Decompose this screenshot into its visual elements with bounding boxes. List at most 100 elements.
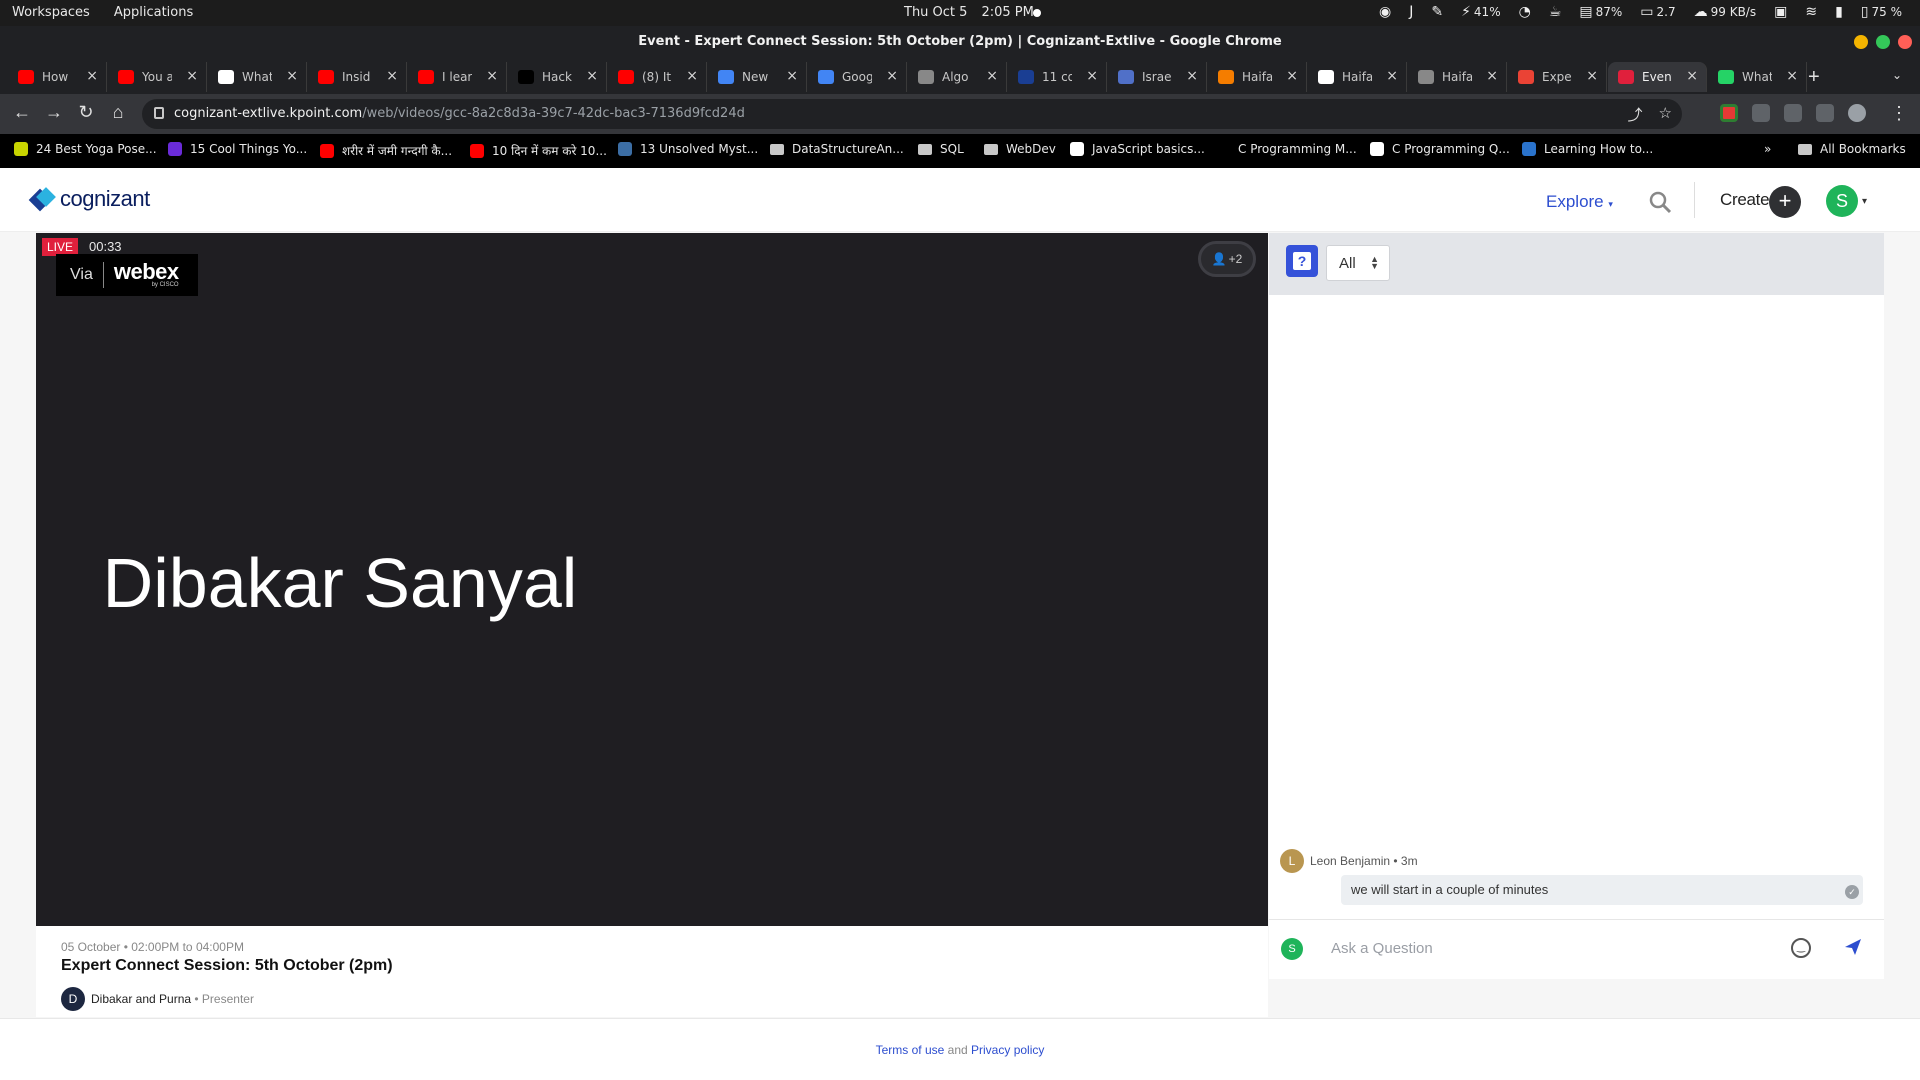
bookmarks-overflow-icon[interactable]: » <box>1764 142 1771 156</box>
cognizant-logo[interactable]: cognizant <box>28 186 150 212</box>
browser-tab[interactable]: I lear × <box>408 62 507 92</box>
browser-tab[interactable]: Haifa × <box>1208 62 1307 92</box>
browser-tab[interactable]: How t × <box>8 62 107 92</box>
participants-button[interactable]: 👤 +2 <box>1198 241 1256 277</box>
lock-icon[interactable] <box>154 107 164 119</box>
tab-close-icon[interactable]: × <box>586 68 598 84</box>
tab-close-icon[interactable]: × <box>986 68 998 84</box>
bookmark-item[interactable]: C Programming M... <box>1216 142 1357 156</box>
home-button[interactable]: ⌂ <box>106 102 130 123</box>
browser-tab[interactable]: You a × <box>108 62 207 92</box>
new-tab-button[interactable]: + <box>1808 66 1820 89</box>
tab-close-icon[interactable]: × <box>1386 68 1398 84</box>
tab-close-icon[interactable]: × <box>1486 68 1498 84</box>
network-speed-indicator[interactable]: ☁ 99 KB/s <box>1694 4 1756 20</box>
browser-tab[interactable]: (8) It' × <box>608 62 707 92</box>
display-icon[interactable]: ▣ <box>1774 4 1787 20</box>
share-icon[interactable]: ⤴ <box>1628 104 1643 125</box>
browser-tab[interactable]: What × <box>208 62 307 92</box>
bookmark-star-icon[interactable]: ☆ <box>1659 104 1672 125</box>
qa-filter-select[interactable]: All ▲ ▼ <box>1326 245 1390 281</box>
video-player[interactable]: LIVE 00:33 Via webex by CISCO 👤 +2 Dibak… <box>36 233 1268 926</box>
profile-avatar-icon[interactable] <box>1848 104 1866 122</box>
all-bookmarks-folder[interactable]: All Bookmarks <box>1798 142 1906 156</box>
browser-tab[interactable]: Hackt × <box>508 62 607 92</box>
ujust-icon[interactable]: J <box>1409 4 1413 20</box>
bookmark-item[interactable]: 24 Best Yoga Pose... <box>14 142 157 156</box>
browser-tab[interactable]: Israe × <box>1108 62 1207 92</box>
bookmark-item[interactable]: SQL <box>918 142 964 156</box>
browser-tab[interactable]: 11 co × <box>1008 62 1107 92</box>
load-indicator[interactable]: ▭ 2.7 <box>1640 4 1675 20</box>
tab-close-icon[interactable]: × <box>786 68 798 84</box>
bookmark-item[interactable]: Learning How to... <box>1522 142 1653 156</box>
bookmark-item[interactable]: JavaScript basics... <box>1070 142 1205 156</box>
browser-tab[interactable]: Exper × <box>1508 62 1607 92</box>
browser-tab[interactable]: Algo × <box>908 62 1007 92</box>
tab-close-icon[interactable]: × <box>486 68 498 84</box>
ask-question-input[interactable] <box>1331 936 1731 960</box>
tab-close-icon[interactable]: × <box>1786 68 1798 84</box>
back-button[interactable]: ← <box>10 102 34 123</box>
tab-close-icon[interactable]: × <box>1086 68 1098 84</box>
send-icon[interactable] <box>1843 937 1863 957</box>
browser-tab[interactable]: Haifa × <box>1308 62 1407 92</box>
user-menu-caret-icon[interactable]: ▾ <box>1862 196 1867 207</box>
maximize-button[interactable] <box>1876 35 1890 49</box>
bookmark-item[interactable]: DataStructureAn... <box>770 142 904 156</box>
tab-close-icon[interactable]: × <box>86 68 98 84</box>
bookmark-item[interactable]: 13 Unsolved Myst... <box>618 142 758 156</box>
close-window-button[interactable] <box>1898 35 1912 49</box>
tab-close-icon[interactable]: × <box>386 68 398 84</box>
reading-list-icon[interactable] <box>1784 104 1802 122</box>
tab-close-icon[interactable]: × <box>286 68 298 84</box>
cpu-indicator[interactable]: ▤ 87% <box>1579 4 1622 20</box>
privacy-link[interactable]: Privacy policy <box>971 1043 1044 1057</box>
tab-close-icon[interactable]: × <box>1686 68 1698 84</box>
browser-tab[interactable]: What × <box>1708 62 1807 92</box>
reload-button[interactable]: ↻ <box>74 102 98 123</box>
clock[interactable]: Thu Oct 5 2:05 PM <box>904 5 1034 20</box>
side-panel-icon[interactable] <box>1816 104 1834 122</box>
browser-tab[interactable]: New (× <box>708 62 807 92</box>
search-icon[interactable] <box>1648 190 1672 214</box>
applications-menu[interactable]: Applications <box>114 5 193 20</box>
battery-indicator[interactable]: ▯ 75 % <box>1861 4 1902 20</box>
explore-dropdown[interactable]: Explore ▾ <box>1546 192 1613 212</box>
url-text[interactable]: cognizant-extlive.kpoint.com/web/videos/… <box>174 106 745 121</box>
presenter-name[interactable]: Dibakar and Purna <box>91 992 191 1006</box>
bookmark-item[interactable]: शरीर में जमी गन्दगी कै... <box>320 142 452 159</box>
bookmark-item[interactable]: WebDev <box>984 142 1056 156</box>
wifi-icon[interactable]: ≋ <box>1805 4 1817 20</box>
volume-icon[interactable]: ▮ <box>1835 4 1843 20</box>
tab-close-icon[interactable]: × <box>1286 68 1298 84</box>
coffee-icon[interactable]: ☕ <box>1549 4 1562 20</box>
battery-small-indicator[interactable]: ⚡ 41% <box>1461 4 1501 20</box>
tab-close-icon[interactable]: × <box>686 68 698 84</box>
address-bar[interactable]: cognizant-extlive.kpoint.com/web/videos/… <box>142 99 1682 129</box>
workspaces-menu[interactable]: Workspaces <box>12 5 90 20</box>
qa-help-button[interactable]: ? <box>1286 245 1318 277</box>
bookmark-item[interactable]: 15 Cool Things Yo... <box>168 142 307 156</box>
extensions-puzzle-icon[interactable] <box>1752 104 1770 122</box>
emoji-icon[interactable]: ‿ <box>1791 938 1811 958</box>
create-plus-button[interactable]: + <box>1769 186 1801 218</box>
forward-button[interactable]: → <box>42 102 66 123</box>
tab-close-icon[interactable]: × <box>186 68 198 84</box>
tab-close-icon[interactable]: × <box>1186 68 1198 84</box>
tab-close-icon[interactable]: × <box>1586 68 1598 84</box>
pen-icon[interactable]: ✎ <box>1431 4 1443 20</box>
create-label[interactable]: Create <box>1720 190 1770 210</box>
extension-red-icon[interactable] <box>1720 104 1738 122</box>
terms-link[interactable]: Terms of use <box>876 1043 945 1057</box>
minimize-button[interactable] <box>1854 35 1868 49</box>
user-avatar[interactable]: S <box>1826 185 1858 217</box>
vpn-icon[interactable]: ◉ <box>1379 4 1391 20</box>
browser-tab[interactable]: Haifa × <box>1408 62 1507 92</box>
browser-menu-icon[interactable]: ⋮ <box>1890 103 1908 124</box>
bookmark-item[interactable]: 10 दिन में कम करे 10... <box>470 142 607 159</box>
tab-close-icon[interactable]: × <box>886 68 898 84</box>
browser-tab[interactable]: Event × <box>1608 62 1707 92</box>
browser-tab[interactable]: Goog × <box>808 62 907 92</box>
bookmark-item[interactable]: C Programming Q... <box>1370 142 1510 156</box>
